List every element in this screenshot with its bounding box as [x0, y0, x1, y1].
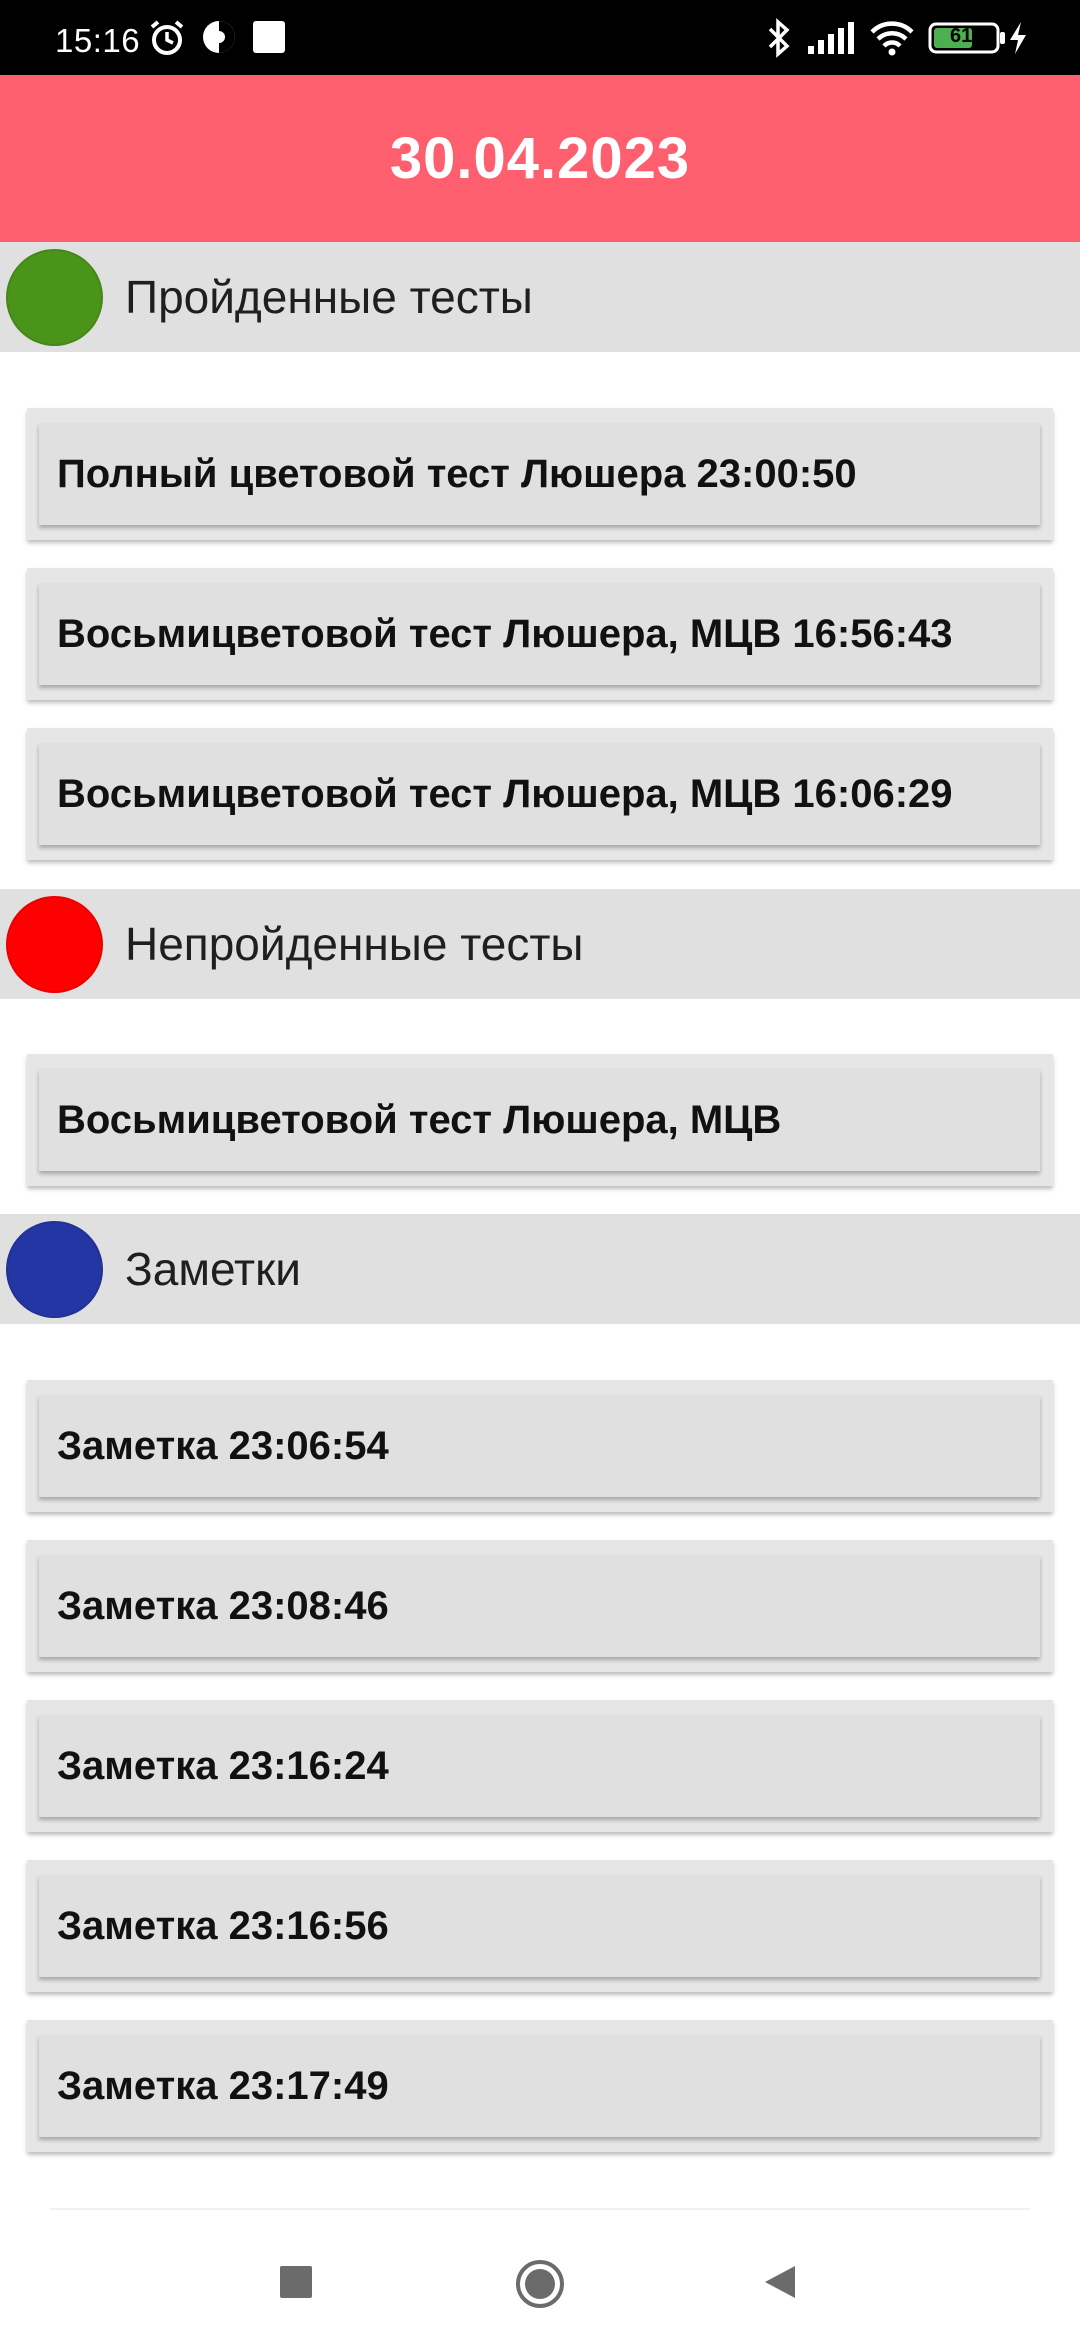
status-time: 15:16: [55, 22, 141, 59]
charging-icon: [1006, 18, 1030, 63]
list-item[interactable]: Заметка 23:16:56: [27, 1860, 1053, 1992]
section-header-failed: Непройденные тесты: [0, 889, 1080, 999]
list-item-label: Восьмицветовой тест Люшера, МЦВ: [57, 1097, 782, 1142]
list-item-card[interactable]: Заметка 23:08:46: [39, 1555, 1040, 1657]
list-item-label: Заметка 23:06:54: [57, 1423, 389, 1468]
section-title-notes: Заметки: [125, 1243, 301, 1295]
list-item-card[interactable]: Полный цветовой тест Люшера 23:00:50: [39, 423, 1040, 525]
list-item-card[interactable]: Восьмицветовой тест Люшера, МЦВ 16:56:43: [39, 583, 1040, 685]
section-header-notes: Заметки: [0, 1214, 1080, 1324]
list-item-card[interactable]: Восьмицветовой тест Люшера, МЦВ: [39, 1069, 1040, 1171]
list-item[interactable]: Восьмицветовой тест Люшера, МЦВ: [27, 1054, 1053, 1186]
list-item-card[interactable]: Заметка 23:17:49: [39, 2035, 1040, 2137]
section-header-passed: Пройденные тесты: [0, 242, 1080, 352]
battery-level: 61: [950, 25, 973, 47]
list-item-card[interactable]: Восьмицветовой тест Люшера, МЦВ 16:06:29: [39, 743, 1040, 845]
alarm-icon: [147, 18, 187, 63]
data-saver-icon: [200, 18, 238, 61]
section-title-passed: Пройденные тесты: [125, 271, 533, 323]
system-nav-bar: [0, 2210, 1080, 2340]
list-item-card[interactable]: Заметка 23:16:56: [39, 1875, 1040, 1977]
list-item-label: Восьмицветовой тест Люшера, МЦВ 16:56:43: [57, 611, 953, 656]
list-item-label: Восьмицветовой тест Люшера, МЦВ 16:06:29: [57, 771, 953, 816]
list-item[interactable]: Восьмицветовой тест Люшера, МЦВ 16:06:29: [27, 728, 1053, 860]
date-header: 30.04.2023: [0, 75, 1080, 242]
list-item-card[interactable]: Заметка 23:16:24: [39, 1715, 1040, 1817]
recents-square-icon[interactable]: [276, 2262, 316, 2307]
list-item[interactable]: Заметка 23:16:24: [27, 1700, 1053, 1832]
status-bar: 15:16 61: [0, 0, 1080, 75]
bluetooth-icon: [764, 18, 794, 63]
list-item[interactable]: Заметка 23:08:46: [27, 1540, 1053, 1672]
signal-icon: [806, 18, 856, 63]
list-item-card[interactable]: Заметка 23:06:54: [39, 1395, 1040, 1497]
list-item-label: Полный цветовой тест Люшера 23:00:50: [57, 451, 857, 496]
list-item[interactable]: Заметка 23:06:54: [27, 1380, 1053, 1512]
list-item-label: Заметка 23:08:46: [57, 1583, 389, 1628]
notification-square-icon: [250, 18, 288, 61]
home-circle-icon[interactable]: [514, 2258, 566, 2315]
wifi-icon: [868, 18, 916, 63]
failed-status-dot: [6, 896, 103, 993]
list-item[interactable]: Полный цветовой тест Люшера 23:00:50: [27, 408, 1053, 540]
list-item[interactable]: Заметка 23:17:49: [27, 2020, 1053, 2152]
list-item-label: Заметка 23:17:49: [57, 2063, 389, 2108]
notes-status-dot: [6, 1221, 103, 1318]
section-title-failed: Непройденные тесты: [125, 918, 584, 970]
list-item-label: Заметка 23:16:24: [57, 1743, 389, 1788]
list-item[interactable]: Восьмицветовой тест Люшера, МЦВ 16:56:43: [27, 568, 1053, 700]
list-item-label: Заметка 23:16:56: [57, 1903, 389, 1948]
passed-status-dot: [6, 249, 103, 346]
page-title: 30.04.2023: [389, 126, 691, 191]
back-triangle-icon[interactable]: [760, 2262, 800, 2307]
battery-icon: 61: [928, 20, 1008, 61]
